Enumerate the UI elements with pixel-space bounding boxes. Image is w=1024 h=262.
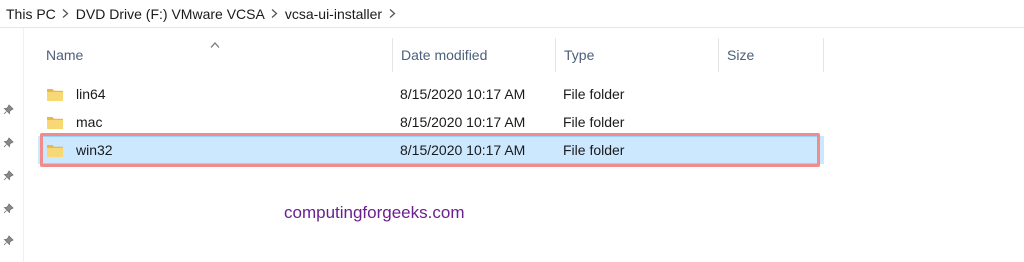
chevron-right-icon[interactable]	[382, 9, 402, 18]
pin-icon[interactable]	[3, 102, 14, 115]
pin-icon[interactable]	[3, 135, 14, 148]
breadcrumb-this-pc[interactable]: This PC	[6, 6, 56, 22]
file-type: File folder	[563, 86, 625, 102]
column-header-name[interactable]: Name	[38, 38, 392, 72]
file-type: File folder	[563, 114, 625, 130]
address-bar[interactable]: This PC DVD Drive (F:) VMware VCSA vcsa-…	[0, 0, 1024, 28]
column-header-type[interactable]: Type	[555, 38, 718, 72]
file-name: mac	[76, 114, 103, 130]
file-name-cell: mac	[46, 114, 102, 130]
column-header-row: Name Date modified Type Size	[38, 38, 824, 72]
pin-icon[interactable]	[3, 168, 14, 181]
sort-ascending-icon	[210, 36, 220, 48]
file-date-modified: 8/15/2020 10:17 AM	[400, 86, 526, 102]
file-type: File folder	[563, 142, 625, 158]
chevron-right-icon[interactable]	[265, 9, 285, 18]
pin-icon[interactable]	[3, 233, 14, 246]
column-header-date-modified[interactable]: Date modified	[392, 38, 555, 72]
column-header-name-label: Name	[46, 47, 84, 63]
file-name: lin64	[76, 86, 106, 102]
file-date-modified: 8/15/2020 10:17 AM	[400, 142, 526, 158]
folder-icon	[46, 143, 64, 158]
column-header-size[interactable]: Size	[718, 38, 824, 72]
file-row-lin64[interactable]: lin64 8/15/2020 10:17 AM File folder	[38, 80, 824, 108]
column-header-size-label: Size	[727, 47, 755, 63]
file-name-cell: lin64	[46, 86, 106, 102]
file-date-modified: 8/15/2020 10:17 AM	[400, 114, 526, 130]
quick-access-rail	[0, 28, 24, 262]
folder-icon	[46, 115, 64, 130]
column-header-date-label: Date modified	[401, 47, 488, 63]
file-list: lin64 8/15/2020 10:17 AM File folder mac…	[38, 80, 824, 167]
watermark-text: computingforgeeks.com	[284, 203, 465, 222]
breadcrumb-vcsa-ui-installer[interactable]: vcsa-ui-installer	[285, 6, 382, 22]
column-header-type-label: Type	[564, 47, 595, 63]
pin-icon[interactable]	[3, 201, 14, 214]
chevron-right-icon[interactable]	[56, 9, 76, 18]
file-name: win32	[76, 142, 113, 158]
file-row-mac[interactable]: mac 8/15/2020 10:17 AM File folder	[38, 108, 824, 136]
folder-icon	[46, 87, 64, 102]
file-row-win32[interactable]: win32 8/15/2020 10:17 AM File folder	[38, 133, 824, 167]
breadcrumb-dvd-drive[interactable]: DVD Drive (F:) VMware VCSA	[76, 6, 265, 22]
file-name-cell: win32	[46, 142, 113, 158]
